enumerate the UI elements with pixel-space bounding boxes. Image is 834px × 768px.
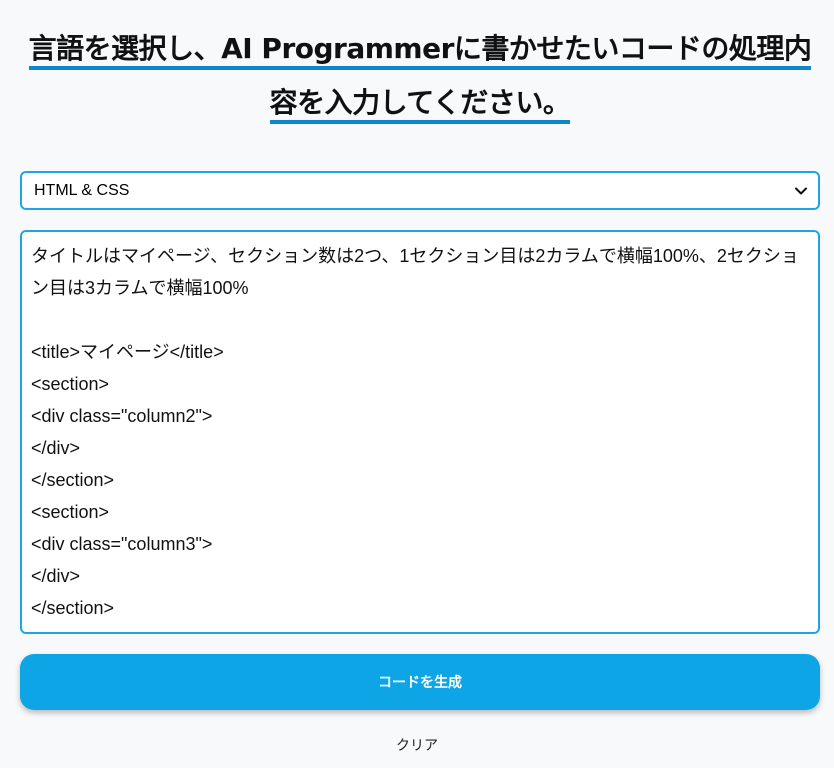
textarea-line: </section> (31, 598, 115, 618)
clear-link[interactable]: クリア (0, 735, 834, 755)
textarea-line: </div> (31, 566, 81, 586)
textarea-line: <div class="column2"> (31, 406, 213, 426)
textarea-line: タイトルはマイページ、セクション数は2つ、1セクション目は2カラムで横幅100%… (31, 246, 799, 298)
language-select[interactable]: HTML & CSS (20, 171, 820, 210)
textarea-line: <div class="column3"> (31, 534, 213, 554)
textarea-line: </div> (31, 438, 81, 458)
chevron-down-icon (794, 184, 808, 198)
textarea-line: <title>マイページ</title> (31, 342, 224, 362)
page-title: 言語を選択し、AI Programmerに書かせたいコードの処理内容を入力してく… (20, 22, 820, 130)
generate-code-button[interactable]: コードを生成 (20, 654, 820, 710)
page-title-text: 言語を選択し、AI Programmerに書かせたいコードの処理内容を入力してく… (28, 32, 812, 124)
textarea-line (31, 304, 809, 336)
prompt-textarea[interactable]: タイトルはマイページ、セクション数は2つ、1セクション目は2カラムで横幅100%… (20, 230, 820, 634)
language-select-value: HTML & CSS (34, 181, 130, 199)
page: 言語を選択し、AI Programmerに書かせたいコードの処理内容を入力してく… (0, 0, 834, 768)
textarea-line: <section> (31, 502, 110, 522)
textarea-line: </section> (31, 470, 115, 490)
textarea-line: <section> (31, 374, 110, 394)
